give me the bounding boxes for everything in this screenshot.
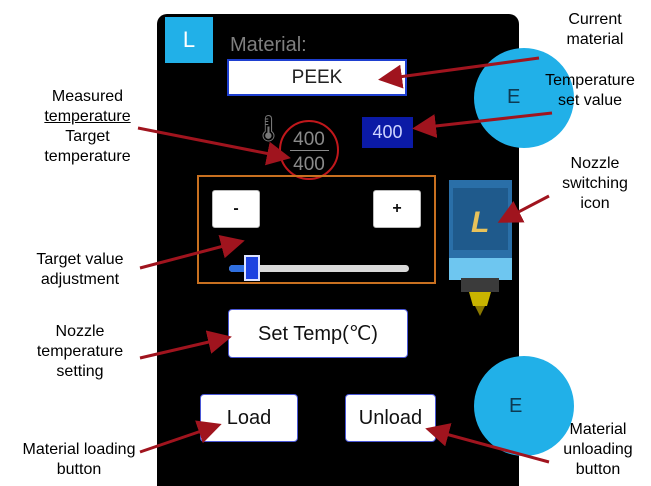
annotation-temperature-set-value: Temperature set value: [545, 72, 635, 109]
annotation-target-adjustment: Target value adjustment: [36, 251, 124, 288]
annotation-material-loading: Material loading button: [22, 441, 136, 478]
annotation-material-unloading: Material unloading button: [563, 421, 633, 478]
annotation-measured-target: Measured temperature Target temperature: [44, 88, 131, 165]
annotation-nozzle-switching: Nozzle switching icon: [562, 155, 628, 212]
annotation-nozzle-temp-setting: Nozzle temperature setting: [36, 323, 124, 380]
annotation-current-material: Current material: [566, 11, 624, 48]
